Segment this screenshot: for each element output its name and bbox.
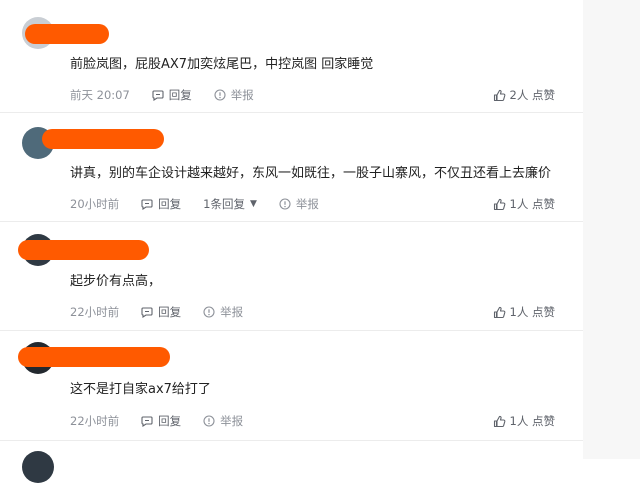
comment-text: 起步价有点高， [70,274,162,289]
redacted-username [18,240,149,260]
comment-time: 前天 20:07 [70,88,130,102]
like-count: 1人 点赞 [509,414,555,428]
like-count: 1人 点赞 [509,197,555,211]
report-label: 举报 [295,197,319,211]
like-icon [493,89,505,101]
report-label: 举报 [230,88,254,102]
reply-label: 回复 [158,305,182,319]
comment-meta: 前天 20:07 回复 举报 [70,86,276,104]
like-button[interactable]: 2人 点赞 [493,86,555,104]
comment-time: 20小时前 [70,197,120,211]
report-icon [214,89,226,101]
like-icon [493,306,505,318]
redacted-username [25,24,109,44]
reply-button[interactable]: 回复 [141,413,181,429]
reply-button[interactable]: 回复 [152,87,192,103]
report-button[interactable]: 举报 [279,196,319,212]
reply-icon [141,199,153,210]
like-count: 1人 点赞 [509,305,555,319]
like-button[interactable]: 1人 点赞 [493,195,555,213]
comment-divider [0,440,583,441]
redacted-username [42,129,164,149]
reply-icon [141,307,153,318]
report-label: 举报 [220,414,244,428]
reply-label: 回复 [158,414,182,428]
comment-meta: 22小时前 回复 举报 [70,303,265,321]
reply-label: 回复 [168,88,192,102]
comment-item: 起步价有点高， 22小时前 回复 举报 1人 点赞 [0,221,583,329]
comment-text: 这不是打自家ax7给打了 [70,382,211,397]
like-button[interactable]: 1人 点赞 [493,303,555,321]
like-icon [493,198,505,210]
report-button[interactable]: 举报 [203,413,243,429]
reply-count-toggle[interactable]: 1条回复 ▼ [203,196,257,212]
avatar[interactable] [22,451,54,483]
comment-meta: 22小时前 回复 举报 [70,412,265,430]
report-icon [203,415,215,427]
reply-button[interactable]: 回复 [141,304,181,320]
report-label: 举报 [220,305,244,319]
comment-item: 这不是打自家ax7给打了 22小时前 回复 举报 1人 点赞 [0,330,583,438]
like-count: 2人 点赞 [509,88,555,102]
comment-meta: 20小时前 回复 1条回复 ▼ 举报 [70,195,341,213]
report-icon [203,306,215,318]
comment-text: 前脸岚图，屁股AX7加奕炫尾巴，中控岚图 回家睡觉 [70,57,374,72]
reply-label: 回复 [158,197,182,211]
dropdown-caret-icon: ▼ [249,199,257,209]
comment-item: 前脸岚图，屁股AX7加奕炫尾巴，中控岚图 回家睡觉 前天 20:07 回复 举报… [0,0,583,108]
comment-time: 22小时前 [70,414,120,428]
comment-list: 前脸岚图，屁股AX7加奕炫尾巴，中控岚图 回家睡觉 前天 20:07 回复 举报… [0,0,583,483]
report-button[interactable]: 举报 [214,87,254,103]
report-icon [279,198,291,210]
like-button[interactable]: 1人 点赞 [493,412,555,430]
like-icon [493,415,505,427]
redacted-username [18,347,170,367]
comment-text: 讲真，别的车企设计越来越好，东风一如既往，一股子山寨风，不仅丑还看上去廉价 [70,166,552,181]
reply-icon [141,416,153,427]
comment-item: 讲真，别的车企设计越来越好，东风一如既往，一股子山寨风，不仅丑还看上去廉价 20… [0,112,583,220]
page-background [583,0,640,459]
report-button[interactable]: 举报 [203,304,243,320]
reply-button[interactable]: 回复 [141,196,181,212]
reply-icon [152,90,164,101]
comment-time: 22小时前 [70,305,120,319]
reply-count-label: 1条回复 [203,197,245,211]
